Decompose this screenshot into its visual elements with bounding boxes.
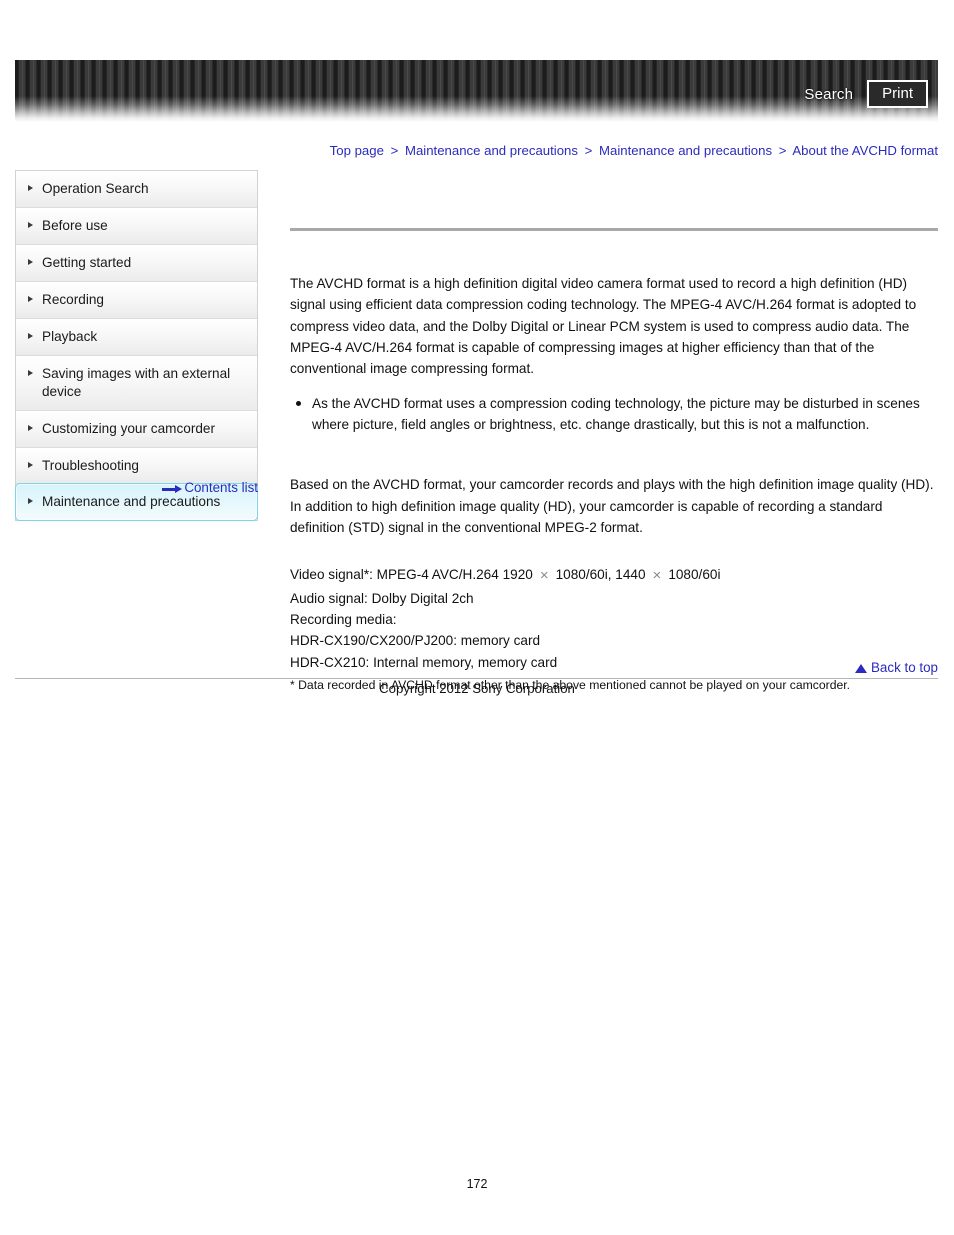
spec-audio-signal: Audio signal: Dolby Digital 2ch — [290, 590, 474, 606]
sidebar-navigation: Operation Search Before use Getting star… — [15, 170, 258, 522]
multiplication-icon: × — [652, 567, 662, 585]
section-divider — [290, 228, 938, 231]
sidebar-item-getting-started[interactable]: Getting started — [16, 244, 257, 282]
triangle-right-icon — [28, 185, 33, 191]
spec-video-prefix: Video signal*: MPEG-4 AVC/H.264 1920 — [290, 567, 533, 583]
triangle-right-icon — [28, 461, 33, 468]
sidebar-item-operation-search[interactable]: Operation Search — [16, 171, 257, 208]
sidebar-item-label: Saving images with an external device — [42, 365, 231, 399]
print-button[interactable]: Print — [867, 80, 928, 109]
based-paragraph: Based on the AVCHD format, your camcorde… — [290, 477, 934, 535]
specifications-block: Video signal*: MPEG-4 AVC/H.264 1920 × 108… — [290, 564, 938, 673]
arrow-right-icon — [162, 485, 183, 493]
notes-bullet-list: As the AVCHD format uses a compression c… — [290, 393, 938, 436]
spec-media-line-1: HDR-CX190/CX200/PJ200: memory card — [290, 633, 541, 649]
search-link[interactable]: Search — [804, 86, 853, 103]
footer-divider — [15, 678, 938, 679]
sidebar-item-label: Recording — [42, 291, 104, 307]
sidebar-item-label: Before use — [42, 217, 108, 233]
bullet-dot-icon — [296, 400, 301, 406]
breadcrumb-item-maintenance-2[interactable]: Maintenance and precautions — [599, 143, 772, 158]
sidebar-item-label: Customizing your camcorder — [42, 420, 216, 436]
triangle-right-icon — [28, 424, 33, 431]
list-item-label: As the AVCHD format uses a compression c… — [312, 395, 920, 433]
back-to-top-link[interactable]: Back to top — [871, 660, 938, 675]
breadcrumb-separator: > — [390, 143, 399, 158]
sidebar-item-recording[interactable]: Recording — [16, 281, 257, 319]
spec-recording-media-label: Recording media: — [290, 611, 397, 627]
sidebar-item-label: Getting started — [42, 254, 132, 270]
sidebar-item-customizing[interactable]: Customizing your camcorder — [16, 410, 257, 448]
contents-list-row: Contents list — [15, 480, 258, 495]
list-item: As the AVCHD format uses a compression c… — [290, 393, 938, 436]
page-number: 172 — [466, 1177, 488, 1191]
sidebar-item-label: Operation Search — [42, 181, 149, 196]
sidebar-item-before-use[interactable]: Before use — [16, 207, 257, 245]
triangle-right-icon — [28, 258, 33, 265]
sidebar-item-troubleshooting[interactable]: Troubleshooting — [16, 447, 257, 485]
spec-video-signal: Video signal*: MPEG-4 AVC/H.264 1920 × 108… — [290, 564, 938, 587]
triangle-right-icon — [28, 369, 33, 376]
spec-video-res-2: 1080/60i — [668, 567, 721, 583]
triangle-up-icon — [855, 664, 867, 673]
spec-video-res-1: 1080/60i, 1440 — [555, 567, 646, 583]
breadcrumb: Top page > Maintenance and precautions >… — [306, 143, 938, 159]
triangle-right-icon — [28, 332, 33, 339]
breadcrumb-item-maintenance-1[interactable]: Maintenance and precautions — [405, 143, 578, 158]
intro-paragraph: The AVCHD format is a high definition di… — [290, 276, 917, 377]
breadcrumb-separator: > — [778, 143, 787, 158]
header-banner: Search Print — [15, 60, 938, 122]
header-actions: Search Print — [804, 80, 928, 109]
triangle-right-icon — [28, 221, 33, 228]
triangle-right-icon — [28, 295, 33, 302]
sidebar-item-label: Troubleshooting — [42, 457, 139, 473]
triangle-right-icon — [28, 498, 33, 505]
sidebar-item-saving-images[interactable]: Saving images with an external device — [16, 355, 257, 411]
main-content: The AVCHD format is a high definition di… — [290, 170, 938, 694]
back-to-top-row: Back to top — [290, 660, 938, 675]
breadcrumb-item-current[interactable]: About the AVCHD format — [792, 143, 938, 158]
sidebar-item-playback[interactable]: Playback — [16, 318, 257, 356]
breadcrumb-item-top-page[interactable]: Top page — [330, 143, 384, 158]
sidebar-item-label: Playback — [42, 328, 98, 344]
contents-list-link[interactable]: Contents list — [184, 480, 258, 495]
sidebar-item-label: Maintenance and precautions — [42, 494, 221, 510]
multiplication-icon: × — [539, 567, 549, 585]
breadcrumb-separator: > — [584, 143, 593, 158]
copyright-text: Copyright 2012 Sony Corporation — [379, 681, 575, 696]
